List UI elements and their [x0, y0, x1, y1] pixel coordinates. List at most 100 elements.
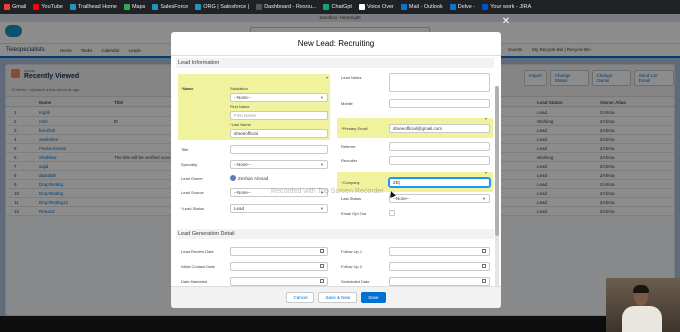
- bookmark-item[interactable]: YouTube: [33, 4, 63, 10]
- section-lead-generation-detail[interactable]: Lead Generation Detail: [176, 229, 494, 239]
- bookmark-label: YouTube: [41, 4, 63, 10]
- section-lead-information[interactable]: Lead Information: [176, 58, 494, 68]
- bookmark-item[interactable]: SalesForce: [152, 4, 188, 10]
- close-icon[interactable]: ✕: [500, 16, 512, 28]
- save-and-new-button[interactable]: Save & New: [318, 292, 358, 303]
- lead-notes-textarea[interactable]: [389, 73, 490, 92]
- bookmark-item[interactable]: Mail - Outlook: [400, 4, 443, 10]
- lead-status-label: Lead Status: [182, 206, 204, 211]
- pin-icon: ▾: [326, 75, 329, 80]
- specialty-select[interactable]: --None-- ▼: [230, 160, 328, 169]
- bookmarks-bar: Gmail YouTube Trailhead Home Maps SalesForce…: [0, 0, 680, 14]
- follow-up-1-label: Follow Up 1: [341, 249, 363, 254]
- cancel-button[interactable]: Cancel: [286, 292, 315, 303]
- scheduled-date-input[interactable]: [389, 277, 490, 286]
- lead-notes-label: Lead Notes: [341, 75, 362, 80]
- lead-owner-value[interactable]: Zeshan Ahmad: [230, 175, 268, 181]
- bookmark-label: Your work - JIRA: [490, 4, 532, 10]
- calendar-icon[interactable]: [482, 249, 486, 253]
- bookmark-item[interactable]: Voice Over: [358, 4, 394, 10]
- person-body: [622, 306, 662, 332]
- bookmark-favicon-icon: [152, 4, 159, 10]
- bookmark-item[interactable]: Trailhead Home: [70, 4, 117, 10]
- mobile-input[interactable]: [389, 99, 490, 108]
- specialty-label: Specialty: [181, 162, 198, 167]
- last-name-input[interactable]: drseeofficial: [230, 129, 328, 138]
- mobile-label: Mobile: [341, 101, 353, 106]
- calendar-icon[interactable]: [482, 279, 486, 283]
- person-hair: [633, 285, 649, 293]
- follow-up-2-input[interactable]: [389, 262, 490, 271]
- bookmark-item[interactable]: Dashboard - Resou...: [256, 4, 316, 10]
- date-marketed-input[interactable]: [230, 277, 328, 286]
- bookmark-item[interactable]: ChatGpt: [323, 4, 352, 10]
- pin-icon: ▾: [485, 170, 488, 175]
- salutation-label: Salutation: [230, 86, 248, 91]
- first-name-label: First Name: [230, 104, 250, 109]
- calendar-icon[interactable]: [320, 279, 324, 283]
- avatar: [230, 175, 236, 181]
- company-label: Company: [342, 180, 360, 185]
- save-button[interactable]: Save: [361, 292, 386, 303]
- review-date-label: Lead Review Date: [181, 249, 214, 254]
- scrollbar-thumb[interactable]: [495, 86, 499, 236]
- company-input[interactable]: ZB|: [389, 178, 490, 187]
- bookmark-item[interactable]: Delve -: [449, 4, 476, 10]
- last-name-label: Last Name: [231, 122, 251, 127]
- follow-up-1-input[interactable]: [389, 247, 490, 256]
- bookmark-label: Voice Over: [366, 4, 394, 10]
- bookmark-label: Gmail: [12, 4, 27, 10]
- last-status-select[interactable]: --None-- ▼: [389, 194, 490, 203]
- salutation-select[interactable]: --None-- ▼: [230, 93, 328, 102]
- referrer-label: Referrer: [341, 144, 356, 149]
- bookmark-item[interactable]: Your work - JIRA: [482, 4, 531, 10]
- primary-email-input[interactable]: drseeofficial@gmail.com: [389, 124, 490, 133]
- bookmark-label: Trailhead Home: [78, 4, 117, 10]
- last-status-label: Last Status: [341, 196, 362, 201]
- lead-status-select[interactable]: Lead ▼: [230, 204, 328, 213]
- email-opt-out-checkbox[interactable]: [389, 210, 395, 216]
- title-label: Title: [181, 147, 189, 152]
- bookmark-item[interactable]: ORG | Salesforce |: [195, 4, 249, 10]
- bottom-bar: [0, 316, 680, 332]
- bookmark-label: Maps: [131, 4, 146, 10]
- modal-body: Lead Information ▾ ▾ ▾ *Name Salutation …: [171, 56, 501, 286]
- bookmark-label: ChatGpt: [331, 4, 352, 10]
- referrer-input[interactable]: [389, 142, 490, 151]
- first-name-input[interactable]: First Name: [230, 111, 328, 120]
- title-input[interactable]: [230, 145, 328, 154]
- initial-contact-input[interactable]: [230, 262, 328, 271]
- recorder-watermark: Recorded with Top Screen Recorder: [271, 188, 384, 195]
- bookmark-item[interactable]: Gmail: [4, 4, 26, 10]
- recruiter-input[interactable]: [389, 156, 490, 165]
- bookmark-label: Delve -: [457, 4, 476, 10]
- scheduled-date-label: Scheduled Date: [341, 279, 370, 284]
- bookmark-favicon-icon: [256, 4, 263, 10]
- pin-icon: ▾: [485, 116, 488, 121]
- email-opt-out-label: Email Opt Out: [341, 211, 367, 216]
- modal-scrollbar[interactable]: [495, 86, 499, 286]
- bookmark-label: Dashboard - Resou...: [264, 4, 317, 10]
- bookmark-favicon-icon: [70, 4, 76, 10]
- bookmark-label: Mail - Outlook: [408, 4, 443, 10]
- follow-up-2-label: Follow Up 2: [341, 264, 363, 269]
- bookmark-item[interactable]: Maps: [123, 4, 146, 10]
- lead-source-label: Lead Source: [181, 190, 204, 195]
- name-label: Name: [182, 86, 194, 91]
- bookmark-label: ORG | Salesforce |: [203, 4, 250, 10]
- calendar-icon[interactable]: [320, 249, 324, 253]
- bookmark-favicon-icon: [195, 4, 202, 10]
- new-lead-modal: New Lead: Recruiting Lead Information ▾ …: [171, 32, 501, 308]
- bookmark-favicon-icon: [33, 4, 40, 10]
- primary-email-label: Primary Email: [342, 126, 368, 131]
- bookmark-favicon-icon: [482, 4, 489, 10]
- initial-contact-label: Initial Contact Date: [181, 264, 215, 269]
- modal-title: New Lead: Recruiting: [171, 32, 501, 56]
- modal-footer: Cancel Save & New Save: [171, 286, 501, 308]
- bookmark-favicon-icon: [449, 4, 456, 10]
- webcam-overlay: [606, 278, 680, 332]
- calendar-icon[interactable]: [482, 264, 486, 268]
- bookmark-favicon-icon: [4, 4, 10, 10]
- calendar-icon[interactable]: [320, 264, 324, 268]
- review-date-input[interactable]: [230, 247, 328, 256]
